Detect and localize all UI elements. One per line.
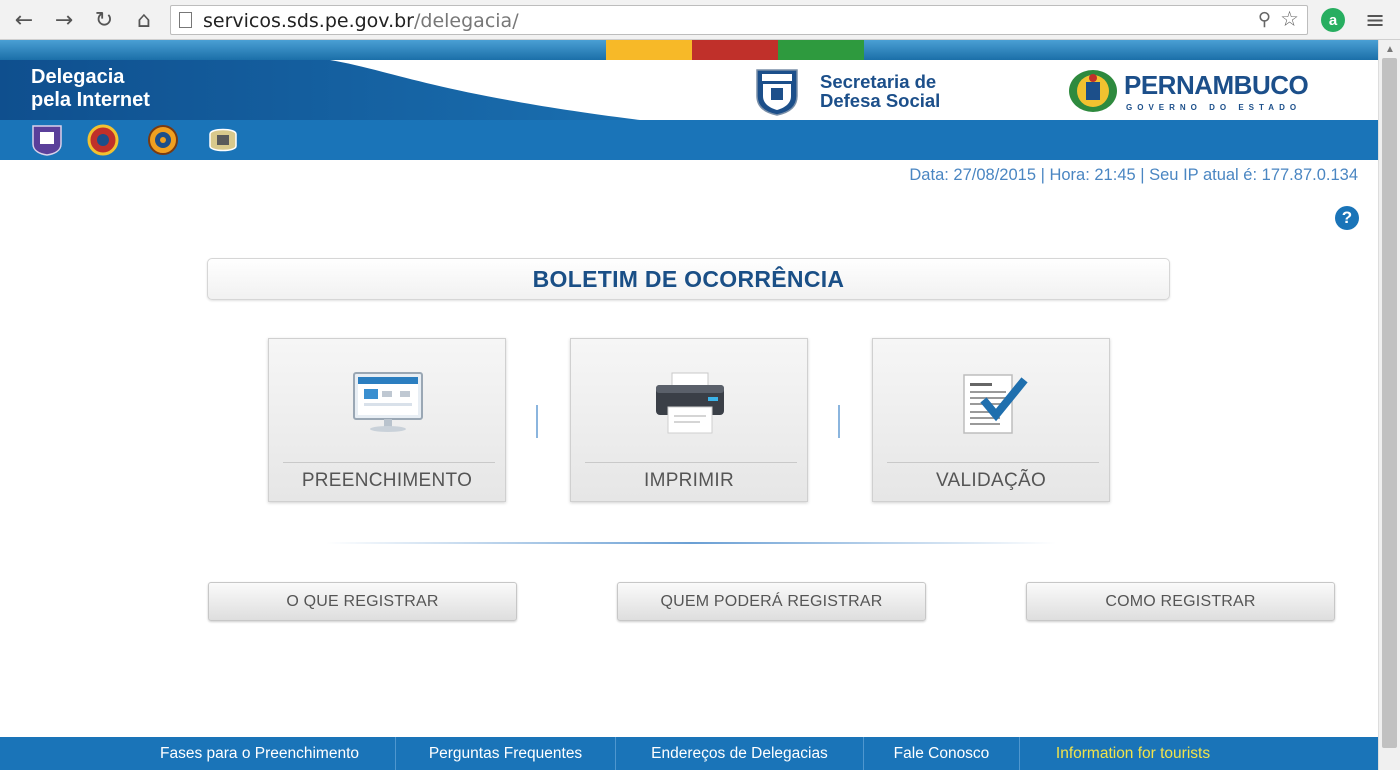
policia-civil-crest-icon (756, 69, 798, 116)
strip-yellow-segment (606, 40, 692, 60)
o-que-registrar-button[interactable]: O QUE REGISTRAR (208, 582, 517, 621)
policia-civil-badge-icon[interactable] (30, 124, 64, 156)
zoom-icon[interactable]: ⚲ (1258, 9, 1271, 30)
card-preenchimento[interactable]: PREENCHIMENTO (268, 338, 506, 502)
sds-line2: Defesa Social (820, 90, 941, 111)
address-bar[interactable]: servicos.sds.pe.gov.br/delegacia/ ⚲ ☆ (170, 5, 1308, 35)
como-registrar-button[interactable]: COMO REGISTRAR (1026, 582, 1335, 621)
card-separator (838, 405, 840, 438)
monitor-icon (353, 372, 423, 432)
footer-link-fale-conosco[interactable]: Fale Conosco (864, 737, 1019, 770)
page-icon (179, 12, 192, 28)
quem-podera-registrar-button[interactable]: QUEM PODERÁ REGISTRAR (617, 582, 926, 621)
strip-green-segment (778, 40, 864, 60)
pernambuco-coat-of-arms-icon (1069, 70, 1117, 112)
page-title-box: BOLETIM DE OCORRÊNCIA (207, 258, 1170, 300)
state-subtitle: GOVERNO DO ESTADO (1126, 103, 1302, 112)
card-label: PREENCHIMENTO (301, 470, 473, 491)
card-label: VALIDAÇÃO (935, 470, 1047, 491)
card-imprimir[interactable]: IMPRIMIR (570, 338, 808, 502)
sds-line1: Secretaria de (820, 71, 937, 92)
card-validacao[interactable]: VALIDAÇÃO (872, 338, 1110, 502)
url-text[interactable]: servicos.sds.pe.gov.br/delegacia/ (203, 10, 519, 32)
back-arrow-icon[interactable]: ← (10, 6, 38, 34)
sds-title: Secretaria de Defesa Social (820, 72, 940, 110)
page-title: BOLETIM DE OCORRÊNCIA (532, 265, 845, 292)
printer-icon (656, 372, 724, 434)
page-scrollbar[interactable]: ▲ (1378, 40, 1400, 770)
policia-militar-badge-icon[interactable] (206, 124, 240, 156)
header-color-strip (0, 40, 1378, 60)
app-title[interactable]: Delegacia pela Internet (31, 66, 150, 112)
app-title-line1: Delegacia (31, 66, 125, 88)
browser-menu-icon[interactable]: ≡ (1365, 6, 1385, 34)
card-separator (536, 405, 538, 438)
document-check-icon (963, 374, 1028, 434)
browser-toolbar: ← → ↻ ⌂ servicos.sds.pe.gov.br/delegacia… (0, 0, 1400, 40)
section-divider (326, 542, 1056, 544)
card-label: IMPRIMIR (643, 470, 734, 491)
forward-arrow-icon[interactable]: → (50, 6, 78, 34)
reload-icon[interactable]: ↻ (90, 6, 118, 34)
footer-link-perguntas[interactable]: Perguntas Frequentes (396, 737, 615, 770)
footer-nav: Fases para o Preenchimento Perguntas Fre… (0, 737, 1378, 770)
extension-icon[interactable]: a (1321, 8, 1345, 32)
help-icon[interactable]: ? (1335, 206, 1359, 230)
scroll-up-icon[interactable]: ▲ (1385, 44, 1395, 55)
state-name: PERNAMBUCO (1124, 70, 1309, 100)
pericia-badge-icon[interactable] (146, 124, 180, 156)
home-icon[interactable]: ⌂ (130, 6, 158, 34)
scrollbar-thumb[interactable] (1382, 58, 1397, 748)
card-divider (283, 462, 495, 463)
footer-link-enderecos[interactable]: Endereços de Delegacias (616, 737, 863, 770)
institution-badge-bar (0, 120, 1378, 160)
footer-link-tourists[interactable]: Information for tourists (1020, 737, 1246, 770)
card-divider (887, 462, 1099, 463)
footer-link-fases[interactable]: Fases para o Preenchimento (124, 737, 395, 770)
strip-red-segment (692, 40, 778, 60)
bookmark-star-icon[interactable]: ☆ (1280, 7, 1299, 31)
app-title-line2: pela Internet (31, 89, 150, 111)
session-info: Data: 27/08/2015 | Hora: 21:45 | Seu IP … (909, 166, 1358, 184)
card-divider (585, 462, 797, 463)
bombeiros-badge-icon[interactable] (86, 124, 120, 156)
site-banner: Delegacia pela Internet Secretaria de De… (0, 60, 1378, 120)
url-host: servicos.sds.pe.gov.br (203, 10, 414, 32)
url-path: /delegacia/ (414, 10, 519, 32)
